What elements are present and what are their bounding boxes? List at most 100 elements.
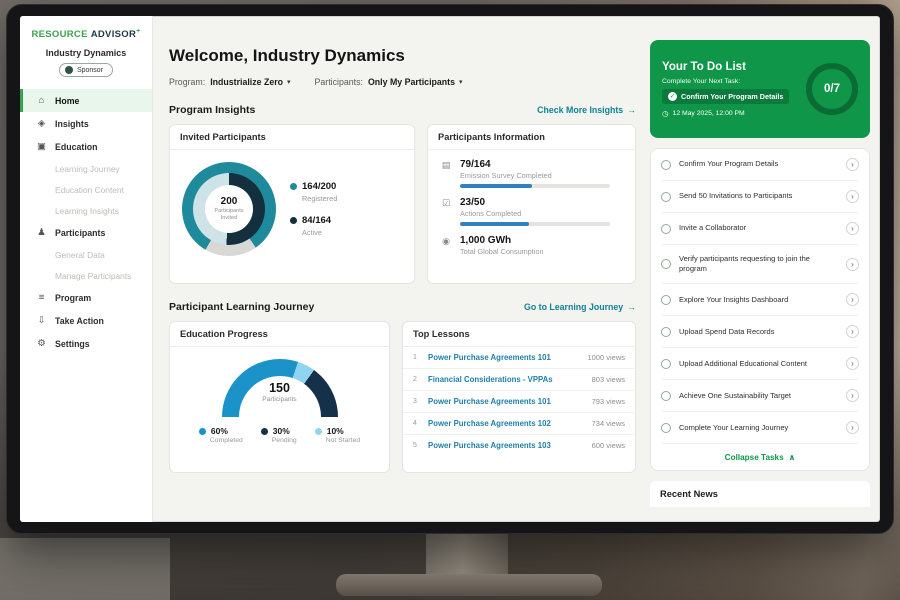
lesson-row[interactable]: 3 Power Purchase Agreements 101 793 view…	[403, 391, 635, 413]
sidebar-item-learning-insights[interactable]: Learning Insights	[20, 200, 152, 221]
lesson-row[interactable]: 4 Power Purchase Agreements 102 734 view…	[403, 413, 635, 435]
brand-name-resource: RESOURCE	[31, 29, 87, 40]
sidebar-item-home[interactable]: ⌂ Home	[20, 89, 152, 112]
task-checkbox[interactable]	[661, 259, 671, 269]
sidebar-item-manage-participants[interactable]: Manage Participants	[20, 265, 152, 286]
participants-filter-label: Participants:	[315, 77, 363, 87]
sidebar-item-general-data[interactable]: General Data	[20, 244, 152, 265]
chevron-right-icon[interactable]: ›	[846, 222, 859, 235]
participants-filter-dropdown[interactable]: Participants: Only My Participants ▾	[315, 77, 463, 87]
program-insights-header: Program Insights Check More Insights →	[169, 104, 636, 116]
chevron-right-icon[interactable]: ›	[846, 190, 859, 203]
sidebar-item-label: Learning Journey	[55, 164, 120, 174]
chevron-right-icon[interactable]: ›	[846, 325, 859, 338]
sidebar-item-settings[interactable]: ⚙ Settings	[20, 332, 152, 355]
arrow-right-icon: →	[627, 302, 636, 312]
next-task-label: Confirm Your Program Details	[681, 92, 783, 101]
lesson-link[interactable]: Financial Considerations - VPPAs	[428, 375, 584, 384]
task-row[interactable]: Complete Your Learning Journey ›	[661, 412, 859, 444]
sidebar-item-program[interactable]: ≡ Program	[20, 286, 152, 309]
next-task-pill: ✓ Confirm Your Program Details	[662, 89, 789, 104]
sidebar-item-take-action[interactable]: ⇩ Take Action	[20, 309, 152, 332]
task-row[interactable]: Upload Additional Educational Content ›	[661, 348, 859, 380]
lesson-rank: 3	[413, 398, 420, 405]
gauge-center-label: Participants	[222, 396, 338, 403]
legend-item-active: 84/164 Active	[290, 215, 337, 237]
task-checkbox[interactable]	[661, 160, 671, 170]
lesson-rank: 1	[413, 354, 420, 361]
task-row[interactable]: Achieve One Sustainability Target ›	[661, 380, 859, 412]
learning-cards-row: Education Progress 150 Participants	[169, 321, 636, 473]
check-more-insights-link[interactable]: Check More Insights →	[537, 105, 636, 115]
task-row[interactable]: Confirm Your Program Details ›	[661, 149, 859, 181]
sponsor-label: Sponsor	[77, 67, 103, 74]
legend-value: 10%	[327, 426, 344, 436]
lesson-link[interactable]: Power Purchase Agreements 103	[428, 441, 584, 450]
legend-dot	[290, 183, 297, 190]
participants-information-card: Participants Information ▤ 79/164 Emissi…	[427, 124, 636, 284]
chevron-right-icon[interactable]: ›	[846, 421, 859, 434]
task-row[interactable]: Send 50 Invitations to Participants ›	[661, 181, 859, 213]
collapse-tasks-button[interactable]: Collapse Tasks ∧	[661, 444, 859, 470]
legend-item-pending: 30% Pending	[261, 426, 297, 444]
take-action-icon: ⇩	[36, 315, 47, 326]
info-row-consumption: ◉ 1,000 GWh Total Global Consumption	[440, 235, 623, 256]
sidebar-item-label: Insights	[55, 119, 89, 129]
org-name: Industry Dynamics	[20, 48, 152, 58]
sidebar-item-education-content[interactable]: Education Content	[20, 179, 152, 200]
task-checkbox[interactable]	[661, 224, 671, 234]
legend-dot	[261, 428, 268, 435]
chevron-right-icon[interactable]: ›	[846, 158, 859, 171]
due-row: ◷ 12 May 2025, 12:00 PM	[662, 109, 802, 118]
task-label: Upload Additional Educational Content	[679, 359, 838, 369]
todo-panel: Your To Do List Complete Your Next Task:…	[650, 16, 880, 522]
legend-item-registered: 164/200 Registered	[290, 181, 337, 203]
todo-tasks-card: Confirm Your Program Details › Send 50 I…	[650, 148, 870, 471]
sidebar-item-education[interactable]: ▣ Education	[20, 135, 152, 158]
lesson-row[interactable]: 5 Power Purchase Agreements 103 600 view…	[403, 435, 635, 456]
task-row[interactable]: Invite a Collaborator ›	[661, 213, 859, 245]
lesson-link[interactable]: Power Purchase Agreements 102	[428, 419, 584, 428]
task-checkbox[interactable]	[661, 359, 671, 369]
invited-donut-center: 200 Participants Invited	[205, 185, 253, 233]
recent-news-header: Recent News	[650, 481, 870, 507]
education-progress-card: Education Progress 150 Participants	[169, 321, 390, 473]
invited-legend: 164/200 Registered 84/164 Active	[290, 181, 337, 237]
progress-fill	[460, 184, 532, 188]
task-checkbox[interactable]	[661, 327, 671, 337]
lesson-link[interactable]: Power Purchase Agreements 101	[428, 353, 579, 362]
card-title: Participants Information	[428, 125, 635, 150]
legend-label: Completed	[210, 437, 243, 444]
lesson-row[interactable]: 1 Power Purchase Agreements 101 1000 vie…	[403, 347, 635, 369]
lesson-link[interactable]: Power Purchase Agreements 101	[428, 397, 584, 406]
sidebar-item-participants[interactable]: ♟ Participants	[20, 221, 152, 244]
program-filter-dropdown[interactable]: Program: Industrialize Zero ▾	[169, 77, 291, 87]
dashboard-screen: RESOURCEADVISOR+ Industry Dynamics Spons…	[20, 16, 880, 522]
todo-progress-ring: 0/7	[806, 63, 858, 115]
task-checkbox[interactable]	[661, 295, 671, 305]
location-pin-icon: ◉	[440, 235, 452, 256]
legend-label: Registered	[302, 194, 337, 203]
task-row[interactable]: Upload Spend Data Records ›	[661, 316, 859, 348]
task-checkbox[interactable]	[661, 192, 671, 202]
filters-row: Program: Industrialize Zero ▾ Participan…	[169, 77, 636, 87]
sidebar-item-insights[interactable]: ◈ Insights	[20, 112, 152, 135]
chevron-right-icon[interactable]: ›	[846, 389, 859, 402]
chevron-right-icon[interactable]: ›	[846, 293, 859, 306]
task-checkbox[interactable]	[661, 423, 671, 433]
go-to-learning-journey-link[interactable]: Go to Learning Journey →	[524, 302, 636, 312]
lesson-views: 600 views	[592, 441, 625, 450]
task-row[interactable]: Explore Your Insights Dashboard ›	[661, 284, 859, 316]
sidebar-item-learning-journey[interactable]: Learning Journey	[20, 158, 152, 179]
lesson-row[interactable]: 2 Financial Considerations - VPPAs 803 v…	[403, 369, 635, 391]
chevron-right-icon[interactable]: ›	[846, 357, 859, 370]
program-filter-value: Industrialize Zero	[210, 77, 283, 87]
chevron-right-icon[interactable]: ›	[846, 258, 859, 271]
task-row[interactable]: Verify participants requesting to join t…	[661, 245, 859, 284]
task-label: Complete Your Learning Journey	[679, 423, 838, 433]
info-value: 1,000 GWh	[460, 235, 623, 246]
invited-card-body: 200 Participants Invited 164/200 Registe…	[170, 150, 414, 268]
background-desk-patch	[0, 538, 170, 600]
sidebar-item-label: Education	[55, 142, 98, 152]
task-checkbox[interactable]	[661, 391, 671, 401]
